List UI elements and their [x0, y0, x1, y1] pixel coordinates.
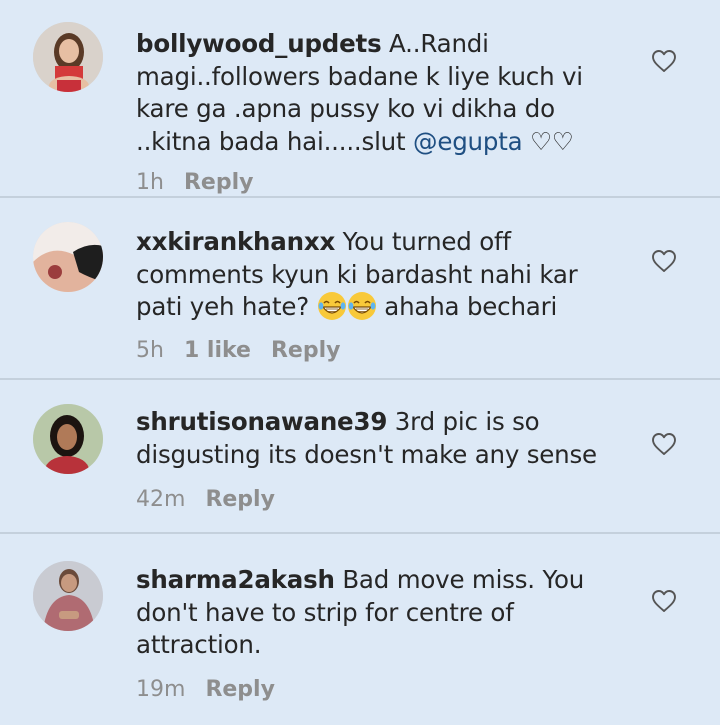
avatar[interactable] — [33, 404, 103, 474]
heart-icon[interactable] — [651, 49, 677, 73]
reply-button[interactable]: Reply — [205, 677, 275, 702]
comment-suffix: ♡♡ — [522, 126, 574, 156]
comment-time: 5h — [136, 338, 164, 363]
comment-username[interactable]: bollywood_updets — [136, 29, 382, 58]
comment-text: xxkirankhanxx You turned off comments ky… — [136, 226, 626, 324]
comment-mention[interactable]: @egupta — [413, 127, 523, 156]
comment-username[interactable]: xxkirankhanxx — [136, 227, 335, 256]
comments-list: bollywood_updets A..Randi magi..follower… — [0, 0, 720, 725]
reply-button[interactable]: Reply — [271, 338, 341, 363]
avatar[interactable] — [33, 561, 103, 631]
avatar[interactable] — [33, 222, 103, 292]
comment-meta: 42m Reply — [136, 487, 275, 512]
heart-icon[interactable] — [651, 589, 677, 613]
heart-icon[interactable] — [651, 249, 677, 273]
avatar[interactable] — [33, 22, 103, 92]
comment-body-end: ahaha bechari — [376, 292, 558, 321]
comment-item: bollywood_updets A..Randi magi..follower… — [0, 0, 720, 196]
comment-text: shrutisonawane39 3rd pic is so disgustin… — [136, 406, 626, 471]
comment-text: sharma2akash Bad move miss. You don't ha… — [136, 564, 626, 662]
reply-button[interactable]: Reply — [184, 170, 254, 195]
comment-meta: 5h 1 like Reply — [136, 338, 340, 363]
comment-item: sharma2akash Bad move miss. You don't ha… — [0, 534, 720, 725]
comment-item: shrutisonawane39 3rd pic is so disgustin… — [0, 380, 720, 532]
comment-username[interactable]: shrutisonawane39 — [136, 407, 387, 436]
heart-icon[interactable] — [651, 432, 677, 456]
comment-text: bollywood_updets A..Randi magi..follower… — [136, 28, 626, 158]
grinning-tears-emoji — [347, 291, 377, 321]
comment-time: 1h — [136, 170, 164, 195]
comment-time: 42m — [136, 487, 186, 512]
comment-likes[interactable]: 1 like — [184, 338, 251, 363]
reply-button[interactable]: Reply — [205, 487, 275, 512]
comment-meta: 19m Reply — [136, 677, 275, 702]
comment-item: xxkirankhanxx You turned off comments ky… — [0, 198, 720, 378]
comment-time: 19m — [136, 677, 186, 702]
grinning-tears-emoji — [317, 291, 347, 321]
comment-meta: 1h Reply — [136, 170, 253, 195]
comment-username[interactable]: sharma2akash — [136, 565, 335, 594]
